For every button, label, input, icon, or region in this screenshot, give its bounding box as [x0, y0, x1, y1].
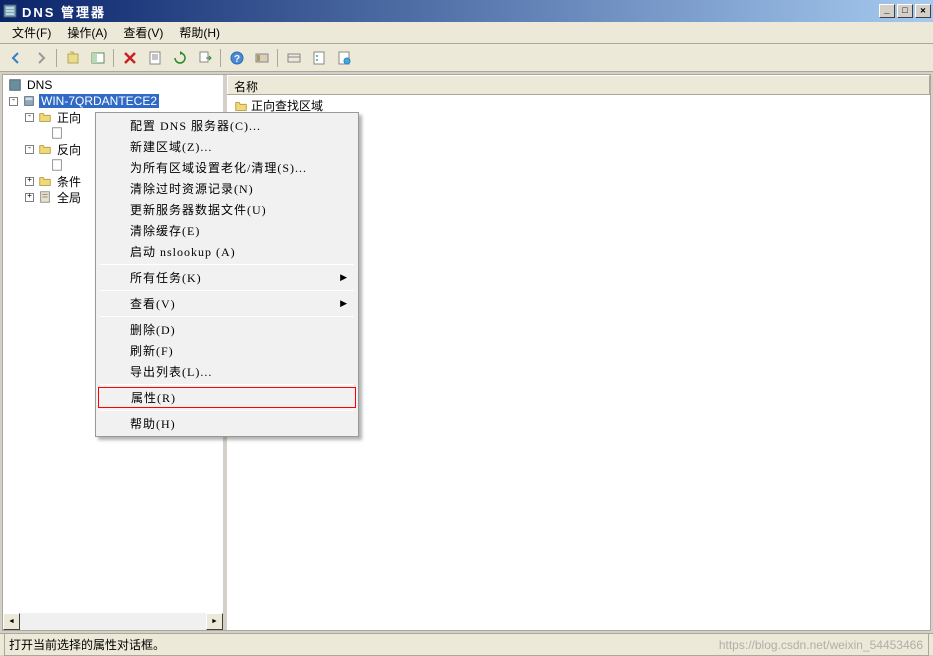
ctx-configure-dns[interactable]: 配置 DNS 服务器(C)... — [98, 115, 356, 136]
menu-view[interactable]: 查看(V) — [115, 22, 171, 43]
tool-button-1[interactable] — [250, 47, 273, 69]
context-menu-separator — [100, 316, 354, 317]
back-button[interactable] — [4, 47, 27, 69]
ctx-scavenge[interactable]: 清除过时资源记录(N) — [98, 178, 356, 199]
menu-action[interactable]: 操作(A) — [59, 22, 115, 43]
scroll-right-button[interactable]: ► — [206, 613, 223, 630]
log-icon — [37, 189, 53, 205]
context-menu-separator — [100, 410, 354, 411]
ctx-refresh[interactable]: 刷新(F) — [98, 340, 356, 361]
folder-icon — [37, 173, 53, 189]
tool-button-4[interactable] — [332, 47, 355, 69]
ctx-delete[interactable]: 删除(D) — [98, 319, 356, 340]
ctx-help[interactable]: 帮助(H) — [98, 413, 356, 434]
tree-root-label: DNS — [25, 78, 54, 92]
tree-conditional-label: 条件 — [55, 173, 83, 190]
folder-icon — [37, 141, 53, 157]
ctx-view-label: 查看(V) — [130, 295, 176, 312]
toolbar-separator — [56, 49, 57, 67]
tree-forward-label: 正向 — [55, 109, 83, 126]
toolbar-separator — [113, 49, 114, 67]
help-button[interactable]: ? — [225, 47, 248, 69]
ctx-export-list[interactable]: 导出列表(L)... — [98, 361, 356, 382]
zone-icon — [49, 125, 65, 141]
tree-root-dns[interactable]: DNS — [5, 77, 221, 93]
toolbar-separator — [220, 49, 221, 67]
ctx-properties[interactable]: 属性(R) — [98, 387, 356, 408]
export-button[interactable] — [193, 47, 216, 69]
context-menu-separator — [100, 384, 354, 385]
dns-icon — [7, 77, 23, 93]
context-menu: 配置 DNS 服务器(C)... 新建区域(Z)... 为所有区域设置老化/清理… — [95, 112, 359, 437]
refresh-button[interactable] — [168, 47, 191, 69]
submenu-arrow-icon: ▶ — [340, 272, 348, 283]
up-button[interactable] — [61, 47, 84, 69]
close-button[interactable]: ✕ — [915, 4, 931, 18]
statusbar: 打开当前选择的属性对话框。 https://blog.csdn.net/weix… — [0, 633, 933, 655]
svg-text:?: ? — [233, 54, 239, 65]
toolbar: ? — [0, 44, 933, 72]
folder-icon — [37, 109, 53, 125]
tree-global-label: 全局 — [55, 189, 83, 206]
forward-button[interactable] — [29, 47, 52, 69]
delete-button[interactable] — [118, 47, 141, 69]
watermark: https://blog.csdn.net/weixin_54453466 — [719, 638, 923, 652]
properties-button[interactable] — [143, 47, 166, 69]
collapse-toggle[interactable]: - — [25, 113, 34, 122]
ctx-new-zone[interactable]: 新建区域(Z)... — [98, 136, 356, 157]
show-hide-button[interactable] — [86, 47, 109, 69]
ctx-set-aging[interactable]: 为所有区域设置老化/清理(S)... — [98, 157, 356, 178]
tree-server-label: WIN-7QRDANTECE2 — [39, 94, 159, 108]
app-icon — [2, 3, 18, 19]
tree-reverse-label: 反向 — [55, 141, 83, 158]
menubar: 文件(F) 操作(A) 查看(V) 帮助(H) — [0, 22, 933, 44]
tree-server[interactable]: - WIN-7QRDANTECE2 — [5, 93, 221, 109]
window-title: DNS 管理器 — [22, 2, 879, 21]
tool-button-3[interactable] — [307, 47, 330, 69]
ctx-update-files[interactable]: 更新服务器数据文件(U) — [98, 199, 356, 220]
list-header-name[interactable]: 名称 — [227, 75, 930, 94]
ctx-clear-cache[interactable]: 清除缓存(E) — [98, 220, 356, 241]
tool-button-2[interactable] — [282, 47, 305, 69]
scroll-track[interactable] — [20, 613, 206, 630]
ctx-all-tasks[interactable]: 所有任务(K) ▶ — [98, 267, 356, 288]
collapse-toggle[interactable]: - — [25, 145, 34, 154]
list-header: 名称 — [227, 75, 930, 95]
menu-help[interactable]: 帮助(H) — [171, 22, 228, 43]
server-icon — [21, 93, 37, 109]
context-menu-separator — [100, 290, 354, 291]
submenu-arrow-icon: ▶ — [340, 298, 348, 309]
horizontal-scrollbar[interactable]: ◄ ► — [3, 613, 223, 630]
toolbar-separator — [277, 49, 278, 67]
collapse-toggle[interactable]: - — [9, 97, 18, 106]
expand-toggle[interactable]: + — [25, 177, 34, 186]
scroll-left-button[interactable]: ◄ — [3, 613, 20, 630]
ctx-all-tasks-label: 所有任务(K) — [130, 269, 202, 286]
ctx-view[interactable]: 查看(V) ▶ — [98, 293, 356, 314]
window-controls: _ □ ✕ — [879, 4, 931, 18]
minimize-button[interactable]: _ — [879, 4, 895, 18]
ctx-launch-nslookup[interactable]: 启动 nslookup (A) — [98, 241, 356, 262]
menu-file[interactable]: 文件(F) — [4, 22, 59, 43]
titlebar: DNS 管理器 _ □ ✕ — [0, 0, 933, 22]
expand-toggle[interactable]: + — [25, 193, 34, 202]
context-menu-separator — [100, 264, 354, 265]
zone-icon — [49, 157, 65, 173]
maximize-button[interactable]: □ — [897, 4, 913, 18]
